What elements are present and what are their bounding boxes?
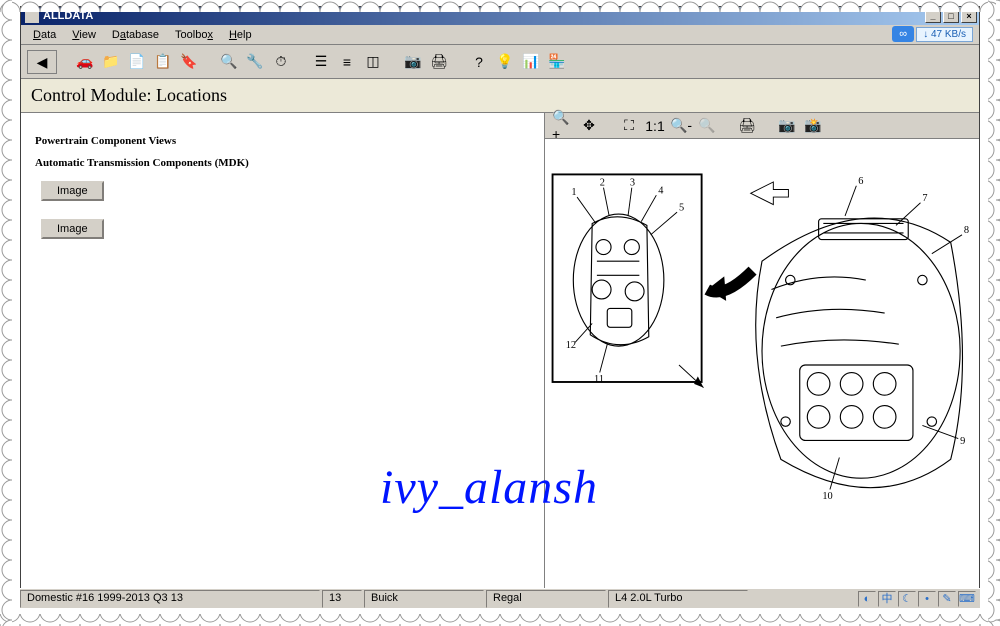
tool-shop-icon[interactable]: 🏪	[545, 50, 569, 74]
menu-help[interactable]: Help	[221, 27, 260, 43]
back-button[interactable]: ◀	[27, 50, 57, 74]
main-toolbar: ◀ 🚗 📁 📄 📋 🔖 🔍 🔧 ⏱ ☰ ≡ ◫ 📷 🖨 ? 💡 📊 🏪	[21, 45, 979, 79]
speed-arrow: ↓	[923, 29, 928, 40]
minimize-button[interactable]: _	[925, 9, 941, 23]
callout-11: 11	[594, 374, 604, 385]
status-icon-1[interactable]: ◐	[858, 591, 876, 607]
close-button[interactable]: ×	[961, 9, 977, 23]
callout-7: 7	[922, 193, 927, 204]
tool-camera-icon[interactable]: 📷	[401, 50, 425, 74]
tool-list-icon[interactable]: ≡	[335, 50, 359, 74]
menu-data[interactable]: Data	[25, 27, 64, 43]
menu-toolbox[interactable]: Toolbox	[167, 27, 221, 43]
tool-estimate-icon[interactable]: 📊	[519, 50, 543, 74]
tool-parts-icon[interactable]: 🔧	[243, 50, 267, 74]
transmission-diagram: 1 2 3 4 5 11 12	[545, 139, 979, 591]
app-window: ALLDATA _ □ × Data View Database Toolbox…	[20, 6, 980, 608]
status-icon-3[interactable]: ☾	[898, 591, 916, 607]
tool-folder-icon[interactable]: 📁	[99, 50, 123, 74]
link-icon: ∞	[892, 26, 914, 42]
pan-icon[interactable]: ✥	[577, 114, 601, 138]
tool-split-icon[interactable]: ◫	[361, 50, 385, 74]
snapshot-icon[interactable]: 📷	[775, 114, 799, 138]
status-year: 13	[322, 590, 362, 608]
titlebar: ALLDATA _ □ ×	[21, 7, 979, 25]
callout-3: 3	[630, 178, 635, 189]
callout-9: 9	[960, 436, 965, 447]
callout-8: 8	[964, 225, 969, 236]
callout-6: 6	[858, 176, 863, 187]
print-image-icon[interactable]: 🖨	[735, 114, 759, 138]
speed-label: 47 KB/s	[931, 29, 966, 40]
menubar: Data View Database Toolbox Help ∞ ↓ 47 K…	[21, 25, 979, 45]
menu-view[interactable]: View	[64, 27, 104, 43]
right-pane: 🔍+ ✥ ⛶ 1:1 🔍- 🔍 🖨 📷 📸	[545, 113, 979, 591]
zoom-fit-icon[interactable]: ⛶	[617, 114, 641, 138]
statusbar: Domestic #16 1999-2013 Q3 13 13 Buick Re…	[20, 588, 980, 608]
speed-indicator: ∞ ↓ 47 KB/s	[892, 26, 973, 42]
window-title: ALLDATA	[43, 10, 93, 22]
zoom-out-icon[interactable]: 🔍-	[669, 114, 693, 138]
content-area: Powertrain Component Views Automatic Tra…	[21, 113, 979, 591]
tool-help-icon[interactable]: ?	[467, 50, 491, 74]
status-icon-6[interactable]: ⌨	[958, 591, 976, 607]
tool-search-icon[interactable]: 🔍	[217, 50, 241, 74]
app-icon	[25, 9, 39, 23]
status-icon-5[interactable]: ✎	[938, 591, 956, 607]
zoom-in-icon[interactable]: 🔍+	[551, 114, 575, 138]
watermark-text: ivy_alansh	[380, 460, 598, 515]
status-model: Regal	[486, 590, 606, 608]
status-domestic: Domestic #16 1999-2013 Q3 13	[20, 590, 320, 608]
callout-1: 1	[571, 187, 576, 198]
callout-4: 4	[658, 185, 664, 196]
callout-5: 5	[679, 202, 684, 213]
tool-bulb-icon[interactable]: 💡	[493, 50, 517, 74]
tool-print-icon[interactable]: 🖨	[427, 50, 451, 74]
tool-vehicle-icon[interactable]: 🚗	[73, 50, 97, 74]
zoom-reset-icon[interactable]: 🔍	[695, 114, 719, 138]
tool-labor-icon[interactable]: ⏱	[269, 50, 293, 74]
zoom-actual-icon[interactable]: 1:1	[643, 114, 667, 138]
page-title: Control Module: Locations	[21, 79, 979, 113]
callout-2: 2	[600, 178, 605, 189]
image-toolbar: 🔍+ ✥ ⛶ 1:1 🔍- 🔍 🖨 📷 📸	[545, 113, 979, 139]
camera2-icon[interactable]: 📸	[801, 114, 825, 138]
maximize-button[interactable]: □	[943, 9, 959, 23]
image-button-1[interactable]: Image	[41, 181, 104, 201]
status-icon-2[interactable]: 中	[878, 591, 896, 607]
callout-10: 10	[822, 491, 832, 502]
heading-powertrain: Powertrain Component Views	[35, 135, 530, 147]
heading-transmission: Automatic Transmission Components (MDK)	[35, 157, 530, 169]
tool-notes-icon[interactable]: 📋	[151, 50, 175, 74]
callout-12: 12	[566, 340, 576, 351]
tool-doc-icon[interactable]: 📄	[125, 50, 149, 74]
status-engine: L4 2.0L Turbo	[608, 590, 748, 608]
left-pane: Powertrain Component Views Automatic Tra…	[21, 113, 545, 591]
status-make: Buick	[364, 590, 484, 608]
image-button-2[interactable]: Image	[41, 219, 104, 239]
status-icon-4[interactable]: •	[918, 591, 936, 607]
tool-tree-icon[interactable]: ☰	[309, 50, 333, 74]
menu-database[interactable]: Database	[104, 27, 167, 43]
tool-bookmark-icon[interactable]: 🔖	[177, 50, 201, 74]
diagram-viewport[interactable]: 1 2 3 4 5 11 12	[545, 139, 979, 591]
